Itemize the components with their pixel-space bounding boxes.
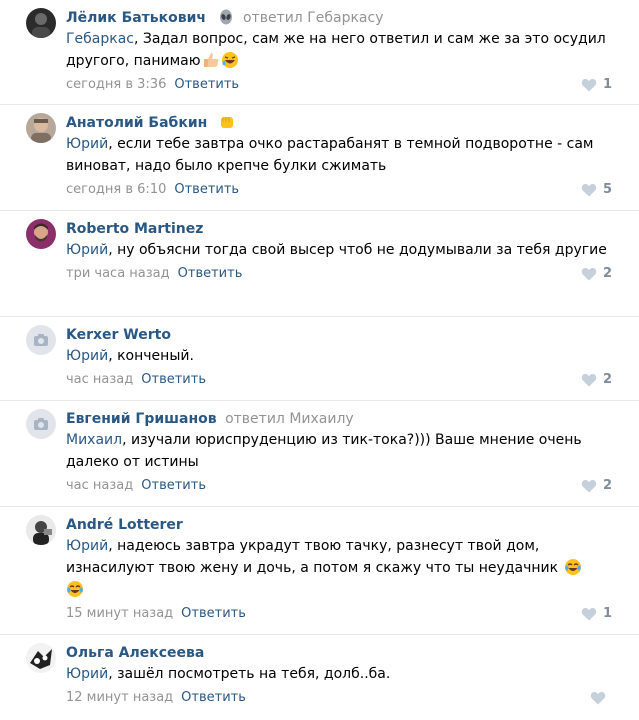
author-name[interactable]: André Lotterer	[66, 517, 183, 533]
mention-link[interactable]: Гебаркас	[66, 31, 134, 47]
like-count: 2	[602, 266, 612, 281]
like-button[interactable]: 1	[581, 72, 612, 98]
reply-button[interactable]: Ответить	[141, 372, 206, 387]
comment-body: , если тебе завтра очко растарабанят в т…	[66, 136, 594, 174]
author-name[interactable]: Ольга Алексеева	[66, 645, 204, 661]
comment-item: Лёлик Батькович ответил Гебаркасу Гебарк…	[0, 0, 639, 105]
comment-item: Ольга Алексеева Юрий, зашёл посмотреть н…	[0, 635, 639, 720]
author-name[interactable]: Kerxer Werto	[66, 327, 171, 343]
alien-emoji-icon	[219, 9, 232, 25]
comment-footer: час назад Ответить 2	[66, 367, 612, 393]
comment-body: , надеюсь завтра украдут твою тачку, раз…	[66, 538, 559, 576]
like-button[interactable]: 5	[581, 177, 612, 203]
comment-item: Kerxer Werto Юрий, конченый. час назад От…	[0, 317, 639, 401]
comment-item: Евгений Гришанов ответил Михаилу Михаил,…	[0, 401, 639, 507]
comment-body: , изучали юриспруденцию из тик-тока?))) …	[66, 432, 582, 470]
heart-icon	[581, 374, 597, 387]
avatar[interactable]	[26, 8, 56, 38]
like-button[interactable]: 2	[581, 367, 612, 393]
reply-button[interactable]: Ответить	[141, 478, 206, 493]
comment-text: Юрий, ну объясни тогда свой высер чтоб н…	[66, 239, 612, 261]
like-count: 5	[602, 182, 612, 197]
comment-text: Юрий, если тебе завтра очко растарабанят…	[66, 133, 612, 177]
timestamp[interactable]: час назад	[66, 478, 133, 493]
like-button[interactable]	[590, 685, 612, 711]
fist-emoji-icon	[220, 117, 233, 128]
avatar[interactable]	[26, 113, 56, 143]
timestamp[interactable]: сегодня в 6:10	[66, 182, 166, 197]
author-name[interactable]: Roberto Martinez	[66, 221, 203, 237]
comment-item: André Lotterer Юрий, надеюсь завтра укра…	[0, 507, 639, 635]
mention-link[interactable]: Юрий	[66, 348, 108, 364]
mention-link[interactable]: Юрий	[66, 538, 108, 554]
comment-text: Гебаркас, Задал вопрос, сам же на него о…	[66, 28, 612, 72]
timestamp[interactable]: 15 минут назад	[66, 606, 173, 621]
heart-icon	[581, 79, 597, 92]
avatar[interactable]	[26, 409, 56, 439]
heart-icon	[581, 184, 597, 197]
avatar[interactable]	[26, 643, 56, 673]
timestamp[interactable]: час назад	[66, 372, 133, 387]
comment-text: Юрий, зашёл посмотреть на тебя, долб..ба…	[66, 663, 612, 685]
timestamp[interactable]: сегодня в 3:36	[66, 77, 166, 92]
timestamp[interactable]: 12 минут назад	[66, 690, 173, 705]
avatar[interactable]	[26, 325, 56, 355]
like-count: 1	[602, 606, 612, 621]
avatar[interactable]	[26, 219, 56, 249]
author-name[interactable]: Анатолий Бабкин	[66, 115, 207, 131]
comment-text: Михаил, изучали юриспруденцию из тик-ток…	[66, 429, 612, 473]
comment-body: , зашёл посмотреть на тебя, долб..ба.	[108, 666, 391, 682]
comment-footer: три часа назад Ответить 2	[66, 261, 612, 287]
like-button[interactable]: 2	[581, 473, 612, 499]
heart-icon	[590, 692, 606, 705]
camera-icon	[34, 418, 48, 430]
comment-footer: сегодня в 6:10 Ответить 5	[66, 177, 612, 203]
reply-to-label[interactable]: ответил Михаилу	[225, 411, 354, 427]
crying-laughing-emoji-icon	[564, 559, 581, 575]
mention-link[interactable]: Юрий	[66, 136, 108, 152]
like-count: 2	[602, 372, 612, 387]
rofl-emoji-icon	[221, 52, 238, 68]
comment-item: Roberto Martinez Юрий, ну объясни тогда …	[0, 211, 639, 317]
comment-body: , ну объясни тогда свой высер чтоб не до…	[108, 242, 607, 258]
like-count: 1	[602, 77, 612, 92]
comment-footer: сегодня в 3:36 Ответить 1	[66, 72, 612, 98]
mention-link[interactable]: Юрий	[66, 242, 108, 258]
comment-body: , конченый.	[108, 348, 194, 364]
reply-button[interactable]: Ответить	[174, 77, 239, 92]
comment-body: , Задал вопрос, сам же на него ответил и…	[66, 31, 606, 69]
comment-text: Юрий, конченый.	[66, 345, 612, 367]
reply-button[interactable]: Ответить	[181, 690, 246, 705]
heart-icon	[581, 268, 597, 281]
thumbs-up-emoji-icon	[203, 53, 218, 67]
like-button[interactable]: 1	[581, 601, 612, 627]
comment-footer: 15 минут назад Ответить 1	[66, 601, 612, 627]
mention-link[interactable]: Михаил	[66, 432, 122, 448]
author-name[interactable]: Евгений Гришанов	[66, 411, 217, 427]
comment-item: Анатолий Бабкин Юрий, если тебе завтра о…	[0, 105, 639, 211]
author-name[interactable]: Лёлик Батькович	[66, 10, 206, 26]
comment-footer: час назад Ответить 2	[66, 473, 612, 499]
reply-button[interactable]: Ответить	[181, 606, 246, 621]
camera-icon	[34, 334, 48, 346]
reply-to-label[interactable]: ответил Гебаркасу	[243, 10, 384, 26]
crying-laughing-emoji-icon	[67, 581, 83, 597]
timestamp[interactable]: три часа назад	[66, 266, 170, 281]
reply-button[interactable]: Ответить	[178, 266, 243, 281]
comment-text: Юрий, надеюсь завтра украдут твою тачку,…	[66, 535, 612, 601]
like-button[interactable]: 2	[581, 261, 612, 287]
comments-list: Лёлик Батькович ответил Гебаркасу Гебарк…	[0, 0, 639, 720]
like-count: 2	[602, 478, 612, 493]
mention-link[interactable]: Юрий	[66, 666, 108, 682]
reply-button[interactable]: Ответить	[174, 182, 239, 197]
heart-icon	[581, 608, 597, 621]
avatar[interactable]	[26, 515, 56, 545]
comment-footer: 12 минут назад Ответить	[66, 685, 612, 711]
heart-icon	[581, 480, 597, 493]
